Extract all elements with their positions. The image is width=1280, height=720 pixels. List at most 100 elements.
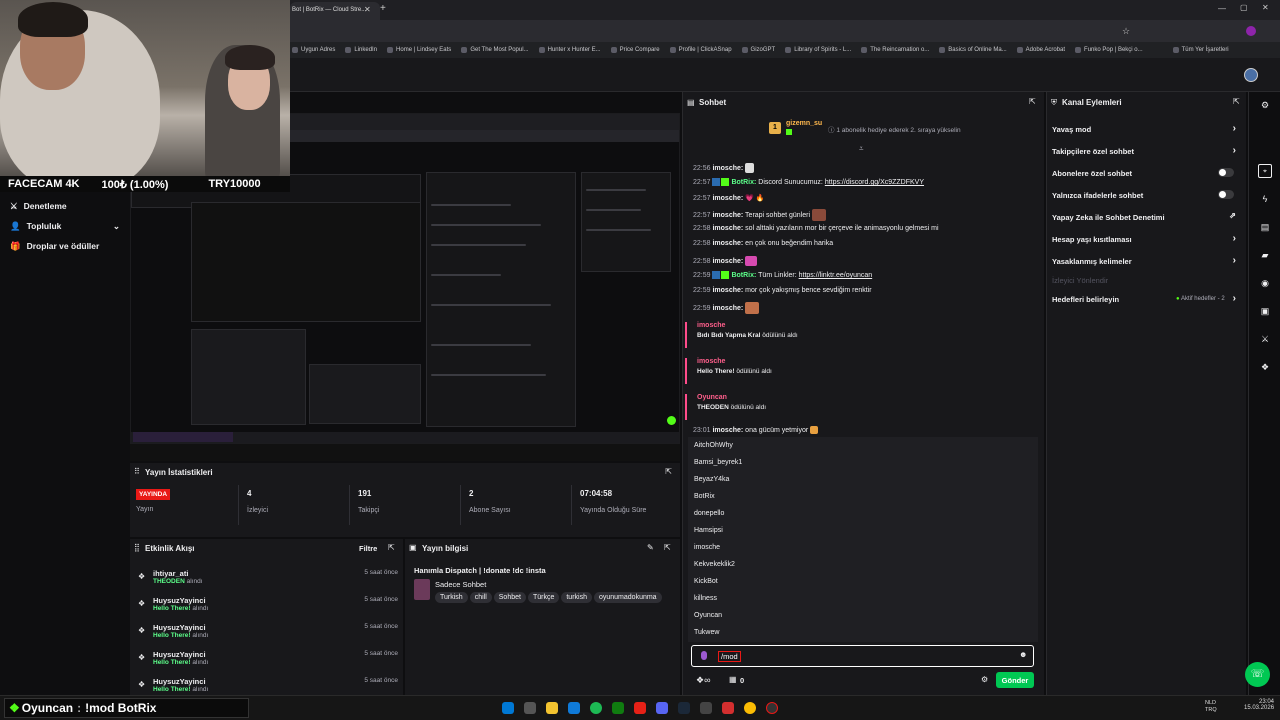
action-account-age[interactable]: Hesap yaşı kısıtlaması › (1052, 233, 1242, 244)
list-item[interactable]: KickBot (694, 578, 718, 585)
action-goals[interactable]: Hedefleri belirleyin ● Aktif hedefler - 2… (1052, 293, 1242, 304)
gift-sub-prompt[interactable]: ⓘ 1 abonelik hediye ederek 2. sıraya yük… (828, 124, 961, 134)
sword-icon[interactable]: ⚔ (1258, 332, 1272, 346)
bookmark-item[interactable]: Basics of Online Ma... (939, 47, 1007, 53)
notes-icon[interactable]: ▤ (1258, 220, 1272, 234)
bookmark-item[interactable]: Adobe Acrobat (1016, 47, 1065, 53)
close-tab-icon[interactable]: ✕ (364, 5, 371, 14)
kick-points-icon[interactable]: ❖∞ (696, 675, 710, 686)
bookmark-star-icon[interactable]: ☆ (1122, 26, 1130, 37)
status-dot-icon: ● (1176, 296, 1180, 302)
spotify-icon[interactable] (590, 702, 602, 714)
action-emotes-only[interactable]: Yalnızca ifadelerle sohbet (1052, 190, 1242, 200)
bookmark-item[interactable]: GizoGPT (741, 47, 775, 53)
tag[interactable]: Türkçe (527, 592, 560, 603)
bookmark-item[interactable]: Hunter x Hunter E... (538, 47, 601, 53)
settings-icon[interactable]: ⚙ (1258, 98, 1272, 112)
list-item[interactable]: Bamsi_beyrek1 (694, 459, 742, 466)
search-icon[interactable] (524, 702, 536, 714)
list-item[interactable]: donepello (694, 510, 724, 517)
chrome-icon[interactable] (744, 702, 756, 714)
list-item[interactable]: killness (694, 595, 717, 602)
action-subs-only[interactable]: Abonelere özel sohbet (1052, 168, 1242, 178)
nav-drops-rewards[interactable]: 🎁 Droplar ve ödüller (0, 236, 130, 256)
bookmark-item[interactable]: Price Compare (610, 47, 660, 53)
settings-gear-icon[interactable]: ⚙ (981, 675, 988, 684)
popout-icon[interactable]: ⇱ (1233, 97, 1240, 106)
bookmark-item[interactable]: Home | Lindsey Eats (387, 47, 451, 53)
lightning-icon[interactable]: ϟ (1258, 192, 1272, 206)
minimize-icon[interactable]: — (1218, 4, 1226, 13)
bot-badge-icon (712, 271, 721, 279)
broadcast-icon[interactable]: ◉ (1258, 276, 1272, 290)
bookmark-item[interactable]: LinkedIn (345, 47, 377, 53)
list-item[interactable]: Kekvekeklik2 (694, 561, 735, 568)
steam-icon[interactable] (678, 702, 690, 714)
discord-link[interactable]: https://discord.gg/Xc9ZZDFKVY (825, 179, 924, 186)
popout-icon[interactable]: ⇱ (1029, 97, 1036, 106)
pinned-user[interactable]: gizemn_su (786, 120, 822, 127)
app-icon[interactable] (634, 702, 646, 714)
close-window-icon[interactable]: ✕ (1262, 3, 1269, 12)
list-item[interactable]: AitchOhWhy (694, 442, 733, 449)
popout-icon[interactable]: ⇱ (664, 543, 671, 552)
chat-input[interactable]: /mod ☻ (691, 645, 1034, 667)
bookmark-item[interactable]: Funko Pop | Bekçi o... (1075, 47, 1143, 53)
edge-icon[interactable] (568, 702, 580, 714)
app-icon[interactable] (722, 702, 734, 714)
list-item[interactable]: Tukwew (694, 629, 719, 636)
action-ai-moderation[interactable]: Yapay Zeka ile Sohbet Denetimi ⇗ (1052, 211, 1242, 222)
edit-icon[interactable]: ✎ (647, 543, 654, 552)
list-item[interactable]: BeyazY4ka (694, 476, 729, 483)
send-button[interactable]: Gönder (996, 672, 1034, 688)
tag[interactable]: Turkish (435, 592, 468, 603)
keyboard-language[interactable]: NLD TRQ (1205, 700, 1217, 714)
tag[interactable]: turkish (561, 592, 592, 603)
new-tab-icon[interactable]: + (380, 3, 386, 14)
linktree-link[interactable]: https://linktr.ee/oyuncan (799, 272, 873, 279)
list-item[interactable]: Oyuncan (694, 612, 722, 619)
list-item[interactable]: BotRix (694, 493, 715, 500)
maximize-icon[interactable]: ▢ (1240, 3, 1248, 12)
nav-moderation[interactable]: ⚔ Denetleme (0, 196, 130, 216)
stream-preview-icon[interactable]: ⌖ (1258, 164, 1272, 178)
windows-start-icon[interactable] (502, 702, 514, 714)
action-slow-mode[interactable]: Yavaş mod › (1052, 123, 1242, 134)
bookmark-item[interactable]: Profile | ClickASnap (669, 47, 732, 53)
action-banned-words[interactable]: Yasaklanmış kelimeler › (1052, 255, 1242, 266)
gift-icon[interactable]: ▣ (1258, 304, 1272, 318)
app-icon[interactable] (766, 702, 778, 714)
user-avatar[interactable] (1244, 68, 1258, 82)
emotes-only-toggle[interactable] (1218, 190, 1234, 199)
bookmark-item[interactable]: Uygun Adres (292, 47, 335, 53)
popout-icon[interactable]: ⇱ (388, 543, 395, 552)
discord-icon[interactable] (656, 702, 668, 714)
list-item[interactable]: Hamsipsi (694, 527, 723, 534)
bookmark-item[interactable]: The Reincarnation o... (861, 47, 929, 53)
category-name[interactable]: Sadece Sohbet (435, 580, 486, 589)
chat-bubble-icon[interactable]: ▰ (1258, 248, 1272, 262)
tag[interactable]: chill (469, 592, 492, 603)
category-thumbnail[interactable] (414, 579, 430, 600)
bookmark-item[interactable]: Get The Most Popul... (461, 47, 529, 53)
filter-button[interactable]: Filtre (359, 544, 377, 553)
bookmark-item-all[interactable]: Tüm Yer İşaretleri (1172, 47, 1229, 53)
popout-icon[interactable]: ⇱ (665, 467, 672, 476)
list-item[interactable]: imosche (694, 544, 720, 551)
emoji-icon[interactable]: ☻ (1019, 650, 1027, 659)
file-explorer-icon[interactable] (546, 702, 558, 714)
bookmark-item[interactable]: Library of Spirits - L... (785, 47, 851, 53)
kick-points-icon[interactable]: ❖ (1258, 360, 1272, 374)
drops-icon[interactable]: ▦ (729, 675, 737, 684)
tag[interactable]: oyunumadokunma (593, 592, 662, 603)
xbox-icon[interactable] (612, 702, 624, 714)
action-followers-only[interactable]: Takipçilere özel sohbet › (1052, 145, 1242, 156)
clock[interactable]: 23:04 15.03.2026 (1244, 699, 1274, 711)
profile-avatar-icon[interactable] (1246, 26, 1256, 36)
subs-only-toggle[interactable] (1218, 168, 1234, 177)
support-chat-icon[interactable]: ☏ (1245, 662, 1270, 687)
app-icon[interactable] (700, 702, 712, 714)
address-bar-area[interactable] (290, 20, 1280, 42)
tag[interactable]: Sohbet (493, 592, 526, 603)
nav-community[interactable]: 👤 Topluluk ⌄ (0, 216, 130, 236)
